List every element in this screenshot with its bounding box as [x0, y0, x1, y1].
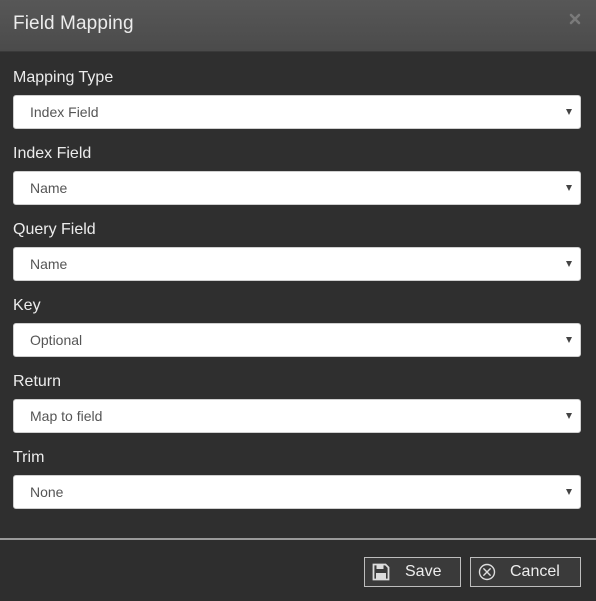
dialog-titlebar[interactable]: Field Mapping	[0, 0, 596, 52]
index-field-label: Index Field	[13, 145, 92, 162]
index-field-select[interactable]: Name	[13, 171, 581, 205]
floppy-disk-icon	[372, 563, 390, 581]
trim-select[interactable]: None	[13, 475, 581, 509]
cancel-button[interactable]: Cancel	[470, 557, 581, 587]
circle-x-icon	[478, 563, 496, 581]
key-select[interactable]: Optional	[13, 323, 581, 357]
caret-down-icon	[566, 337, 572, 343]
mapping-type-select[interactable]: Index Field	[13, 95, 581, 129]
caret-down-icon	[566, 109, 572, 115]
caret-down-icon	[566, 261, 572, 267]
query-field-select[interactable]: Name	[13, 247, 581, 281]
key-value: Optional	[30, 332, 83, 348]
caret-down-icon	[566, 413, 572, 419]
mapping-type-value: Index Field	[30, 104, 99, 120]
query-field-value: Name	[30, 256, 68, 272]
key-label: Key	[13, 297, 41, 314]
index-field-value: Name	[30, 180, 68, 196]
dialog-footer: Save Cancel	[0, 540, 596, 601]
save-button[interactable]: Save	[364, 557, 461, 587]
trim-value: None	[30, 484, 64, 500]
save-button-label: Save	[405, 563, 442, 580]
field-mapping-dialog: Field Mapping Mapping Type Index Field I…	[0, 0, 596, 601]
caret-down-icon	[566, 185, 572, 191]
query-field-label: Query Field	[13, 221, 96, 238]
dialog-body: Mapping Type Index Field Index Field Nam…	[0, 52, 596, 538]
cancel-button-label: Cancel	[510, 563, 560, 580]
dialog-title: Field Mapping	[13, 13, 134, 34]
return-select[interactable]: Map to field	[13, 399, 581, 433]
return-value: Map to field	[30, 408, 103, 424]
trim-label: Trim	[13, 449, 45, 466]
return-label: Return	[13, 373, 62, 390]
caret-down-icon	[566, 489, 572, 495]
mapping-type-label: Mapping Type	[13, 69, 114, 86]
close-icon[interactable]	[568, 12, 582, 26]
